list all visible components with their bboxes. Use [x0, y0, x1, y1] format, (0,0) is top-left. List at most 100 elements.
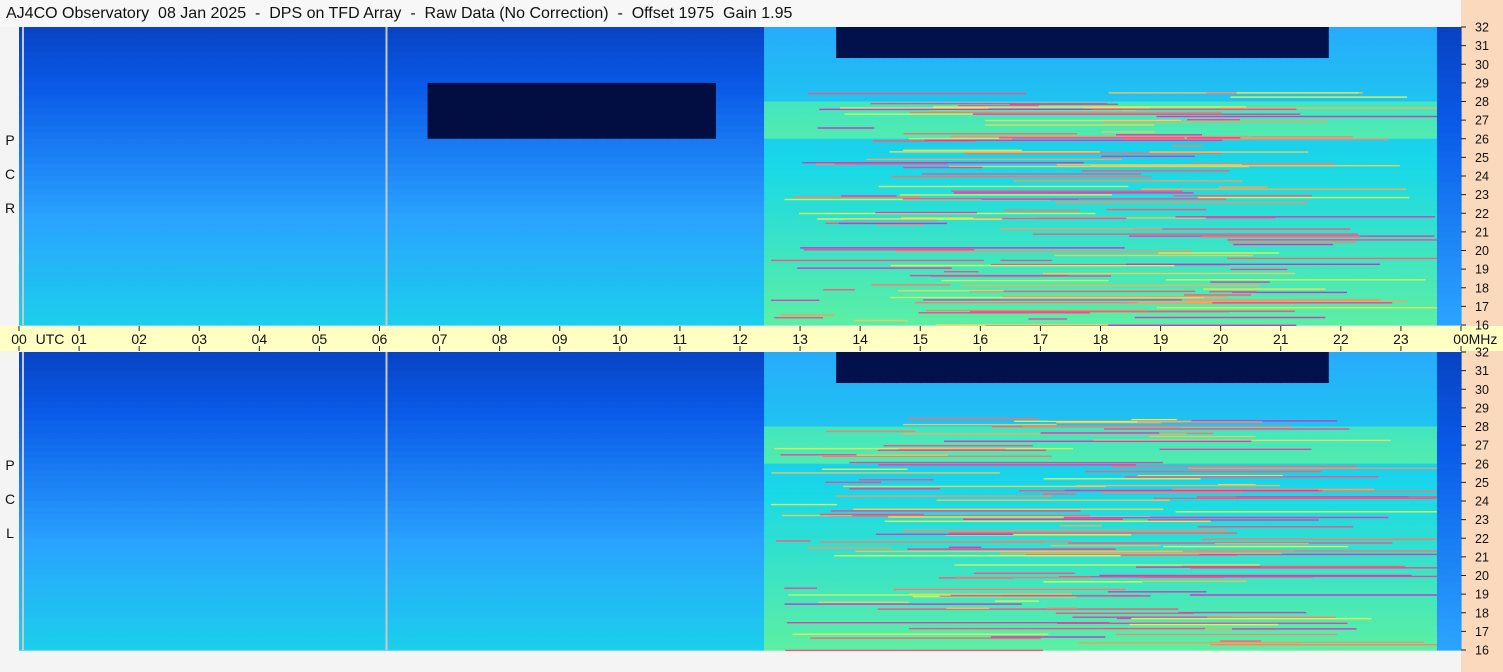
heatmap-cell — [764, 238, 777, 245]
heatmap-cell — [1112, 39, 1126, 47]
heatmap-cell — [980, 126, 993, 134]
heatmap-cell — [764, 132, 777, 140]
heatmap-cell — [968, 70, 981, 78]
heatmap-cell — [715, 120, 729, 127]
heatmap-cell — [812, 275, 825, 283]
heatmap-cell — [1124, 275, 1138, 283]
heatmap-cell — [499, 64, 513, 72]
heatmap-cell — [175, 89, 188, 96]
heatmap-cell — [259, 64, 272, 72]
heatmap-cell — [355, 126, 369, 134]
heatmap-cell — [271, 256, 284, 264]
heatmap-cell — [355, 318, 369, 326]
heatmap-cell — [427, 89, 441, 96]
heatmap-cell — [1100, 182, 1114, 190]
heatmap-cell — [247, 70, 260, 78]
heatmap-cell — [703, 27, 717, 34]
heatmap-cell — [691, 182, 705, 190]
heatmap-cell — [643, 207, 657, 214]
heatmap-cell — [1220, 39, 1234, 47]
heatmap-cell — [1088, 182, 1102, 190]
heatmap-cell — [571, 101, 585, 109]
heatmap-cell — [127, 51, 140, 59]
heatmap-cell — [547, 262, 561, 270]
heatmap-cell — [1244, 39, 1258, 47]
heatmap-cell — [788, 82, 801, 90]
heatmap-cell — [703, 138, 717, 146]
heatmap-cell — [583, 163, 597, 171]
heatmap-cell — [19, 312, 32, 320]
heatmap-cell — [1052, 64, 1066, 72]
heatmap-cell — [475, 45, 489, 53]
heatmap-cell — [992, 64, 1005, 72]
heatmap-cell — [824, 318, 837, 326]
heatmap-cell — [944, 194, 957, 202]
heatmap-cell — [715, 250, 729, 258]
heatmap-cell — [607, 293, 621, 301]
heatmap-cell — [283, 101, 296, 109]
heatmap-cell — [319, 27, 333, 34]
heatmap-cell — [163, 300, 176, 307]
heatmap-cell — [439, 231, 453, 239]
heatmap-cell — [667, 300, 681, 307]
heatmap-cell — [1232, 312, 1246, 320]
heatmap-cell — [199, 144, 212, 152]
heatmap-cell — [223, 138, 236, 146]
heatmap-cell — [439, 120, 453, 127]
heatmap-cell — [740, 51, 753, 59]
heatmap-cell — [824, 58, 837, 65]
heatmap-cell — [1232, 250, 1246, 258]
heatmap-cell — [163, 76, 176, 84]
heatmap-cell — [691, 250, 705, 258]
heatmap-cell — [55, 182, 68, 190]
heatmap-cell — [1244, 45, 1258, 53]
heatmap-cell — [1184, 33, 1198, 41]
heatmap-cell — [151, 120, 164, 127]
heatmap-cell — [595, 163, 609, 171]
heatmap-cell — [812, 58, 825, 65]
heatmap-cell — [439, 138, 453, 146]
heatmap-cell — [283, 138, 296, 146]
heatmap-cell — [655, 82, 669, 90]
heatmap-cell — [283, 107, 296, 115]
heatmap-cell — [43, 39, 56, 47]
heatmap-cell — [968, 51, 981, 59]
heatmap-cell — [211, 293, 224, 301]
heatmap-cell — [1040, 76, 1054, 84]
heatmap-cell — [271, 101, 284, 109]
heatmap-cell — [331, 306, 345, 314]
heatmap-cell — [403, 293, 417, 301]
heatmap-cell — [31, 45, 44, 53]
heatmap-cell — [1196, 70, 1210, 78]
heatmap-cell — [139, 306, 152, 314]
heatmap-cell — [1256, 58, 1270, 65]
heatmap-cell — [980, 76, 993, 84]
heatmap-cell — [223, 188, 236, 196]
heatmap-cell — [764, 120, 777, 127]
heatmap-cell — [415, 27, 429, 34]
heatmap-cell — [1028, 45, 1042, 53]
heatmap-cell — [896, 238, 909, 245]
heatmap-cell — [187, 33, 200, 41]
heatmap-cell — [307, 33, 321, 41]
heatmap-cell — [319, 82, 333, 90]
heatmap-cell — [679, 27, 693, 34]
heatmap-cell — [211, 213, 224, 221]
heatmap-cell — [523, 250, 537, 258]
heatmap-cell — [1088, 70, 1102, 78]
heatmap-cell — [439, 238, 453, 245]
heatmap-cell — [355, 219, 369, 227]
heatmap-cell — [1088, 238, 1102, 245]
heatmap-cell — [571, 39, 585, 47]
heatmap-cell — [271, 151, 284, 158]
heatmap-cell — [643, 157, 657, 165]
heatmap-cell — [187, 262, 200, 270]
heatmap-cell — [583, 58, 597, 65]
heatmap-cell — [1136, 33, 1150, 41]
heatmap-cell — [932, 33, 945, 41]
heatmap-cell — [271, 126, 284, 134]
heatmap-cell — [1244, 207, 1258, 214]
heatmap-cell — [403, 27, 417, 34]
heatmap-cell — [199, 269, 212, 276]
heatmap-cell — [679, 138, 693, 146]
